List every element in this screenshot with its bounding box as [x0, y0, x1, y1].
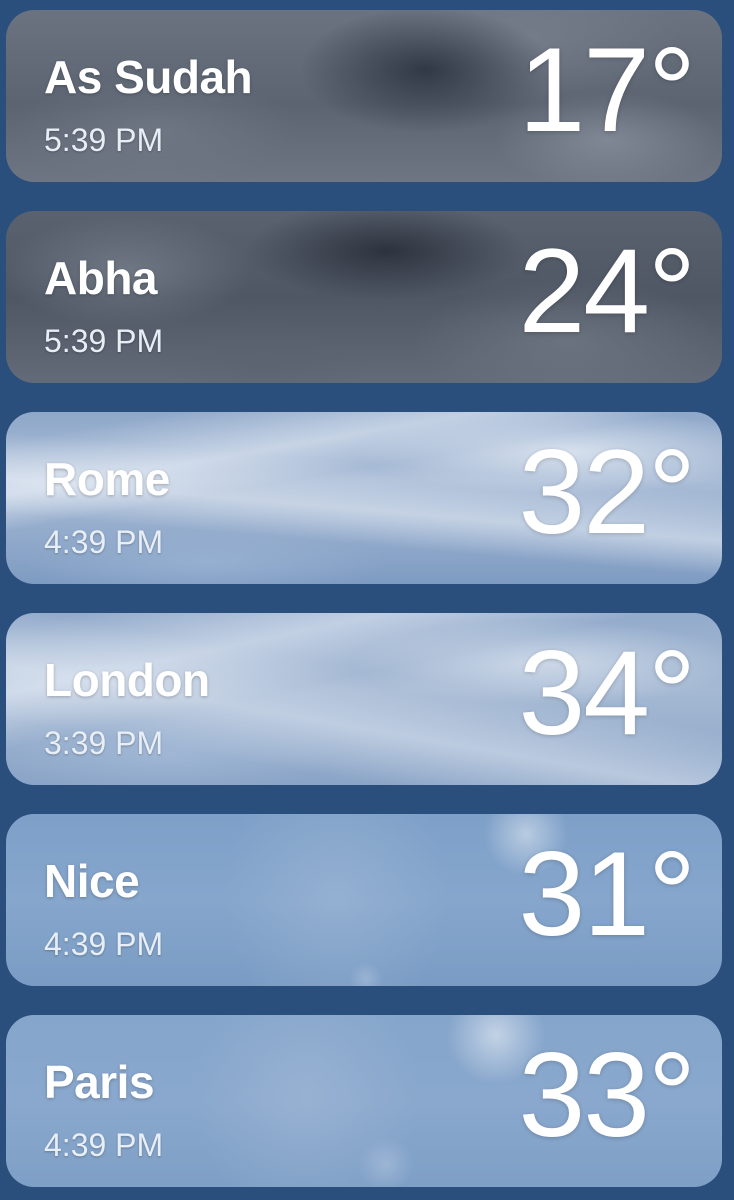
city-name: Paris — [44, 1056, 155, 1108]
location-card-london[interactable]: London 3:39 PM 34° — [6, 613, 722, 785]
city-name: Rome — [44, 453, 170, 505]
temperature: 31° — [518, 827, 696, 961]
city-name: As Sudah — [44, 51, 253, 103]
local-time: 5:39 PM — [44, 323, 164, 359]
local-time: 4:39 PM — [44, 926, 164, 962]
city-name: Nice — [44, 855, 140, 907]
local-time: 4:39 PM — [44, 524, 164, 560]
temperature: 24° — [518, 224, 696, 358]
location-card-paris[interactable]: Paris 4:39 PM 33° — [6, 1015, 722, 1187]
city-name: Abha — [44, 252, 158, 304]
local-time: 3:39 PM — [44, 725, 164, 761]
local-time: 4:39 PM — [44, 1127, 164, 1163]
temperature: 34° — [518, 626, 696, 760]
temperature: 32° — [518, 425, 696, 559]
location-card-abha[interactable]: Abha 5:39 PM 24° — [6, 211, 722, 383]
location-card-rome[interactable]: Rome 4:39 PM 32° — [6, 412, 722, 584]
weather-location-list: As Sudah 5:39 PM 17° Abha 5:39 PM 24° Ro… — [0, 0, 734, 1200]
temperature: 33° — [518, 1028, 696, 1162]
temperature: 17° — [518, 23, 696, 157]
city-name: London — [44, 654, 210, 706]
local-time: 5:39 PM — [44, 122, 164, 158]
location-card-as-sudah[interactable]: As Sudah 5:39 PM 17° — [6, 10, 722, 182]
location-card-nice[interactable]: Nice 4:39 PM 31° — [6, 814, 722, 986]
